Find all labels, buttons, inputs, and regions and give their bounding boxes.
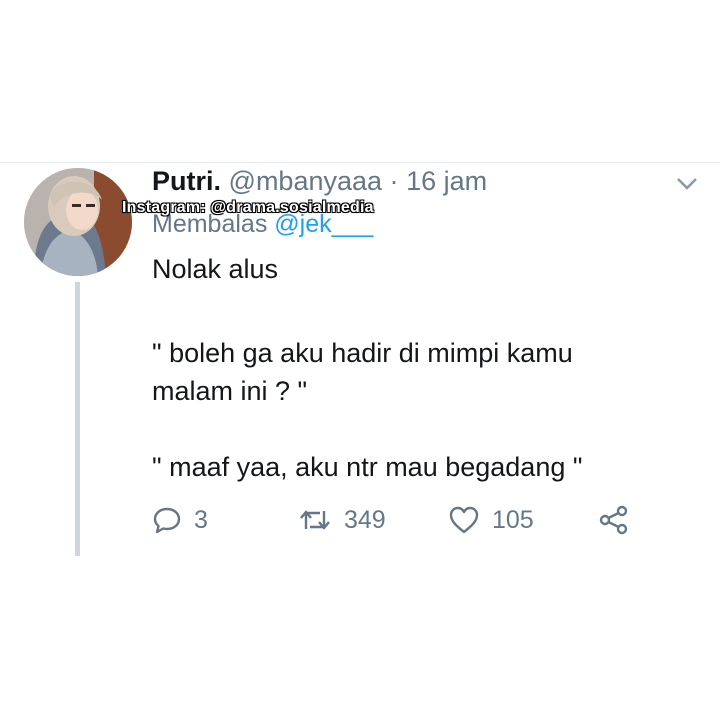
reply-icon xyxy=(153,507,181,534)
user-handle[interactable]: @mbanyaaa xyxy=(229,166,383,196)
avatar[interactable] xyxy=(24,168,132,276)
separator-dot: · xyxy=(389,166,399,196)
retweet-button[interactable]: 349 xyxy=(298,500,386,540)
thread-line xyxy=(75,282,80,556)
tweet-header: Putri. @mbanyaaa · 16 jam xyxy=(152,166,487,197)
watermark: Instagram: @drama.sosialmedia xyxy=(122,199,374,216)
tweet-text-line: Nolak alus xyxy=(152,254,279,284)
reply-button[interactable]: 3 xyxy=(152,500,208,540)
tweet-actions: 3 349 105 xyxy=(152,500,632,540)
avatar-photo xyxy=(24,168,132,276)
share-button[interactable] xyxy=(598,500,630,540)
retweet-count: 349 xyxy=(344,505,386,534)
heart-icon xyxy=(449,506,479,534)
tweet-time[interactable]: 16 jam xyxy=(406,166,487,196)
like-button[interactable]: 105 xyxy=(448,500,534,540)
reply-count: 3 xyxy=(194,505,208,534)
display-name[interactable]: Putri. xyxy=(152,166,221,196)
retweet-icon xyxy=(300,510,330,530)
tweet-text-line: malam ini ? " xyxy=(152,376,308,406)
tweet-text-line: " maaf yaa, aku ntr mau begadang " xyxy=(152,452,583,482)
share-icon xyxy=(599,505,628,535)
like-count: 105 xyxy=(492,505,534,534)
top-divider xyxy=(0,162,720,163)
chevron-down-icon xyxy=(677,178,697,190)
more-options-button[interactable] xyxy=(676,176,698,192)
tweet-text-line: " boleh ga aku hadir di mimpi kamu xyxy=(152,338,573,368)
